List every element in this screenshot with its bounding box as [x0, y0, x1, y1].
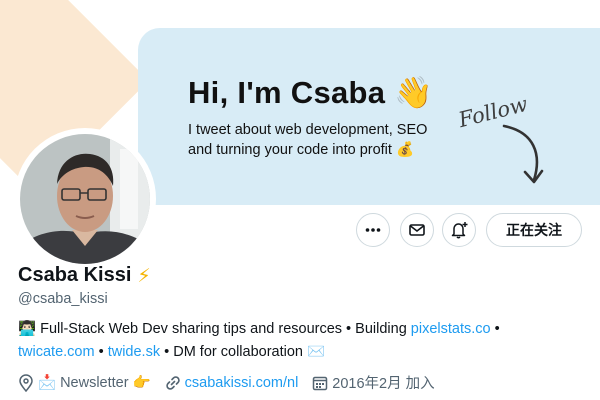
profile-bio: 👨🏻‍💻 Full-Stack Web Dev sharing tips and… — [18, 318, 588, 364]
link-icon — [165, 375, 180, 390]
calendar-icon — [313, 376, 328, 390]
profile-handle: @csaba_kissi — [18, 291, 108, 307]
location-pin-icon — [19, 373, 33, 392]
banner-tagline: I tweet about web development, SEO and t… — [188, 122, 428, 158]
profile-meta: 📩 Newsletter 👉 csabakissi.com/nl 2016年2月… — [18, 372, 449, 393]
profile-actions: 正在关注 — [0, 213, 600, 249]
bio-text: 👨🏻‍💻 Full-Stack Web Dev sharing tips and… — [18, 321, 411, 337]
curved-arrow-icon — [502, 124, 544, 184]
more-button[interactable] — [356, 213, 390, 247]
bio-link-twide[interactable]: twide.sk — [108, 344, 160, 360]
following-button[interactable]: 正在关注 — [486, 213, 582, 247]
bio-separator: • — [490, 321, 500, 337]
notifications-button[interactable] — [442, 213, 476, 247]
display-name: Csaba Kissi — [18, 264, 132, 286]
lightning-icon: ⚡ — [137, 264, 151, 287]
joined-item: 2016年2月 加入 — [312, 372, 435, 393]
bio-link-pixelstats[interactable]: pixelstats.co — [411, 321, 491, 337]
bio-link-twicate[interactable]: twicate.com — [18, 344, 95, 360]
joined-date: 2016年2月 加入 — [332, 376, 435, 392]
banner-greeting: Hi, I'm Csaba 👋 — [188, 75, 434, 110]
more-horizontal-icon — [365, 228, 381, 232]
message-button[interactable] — [400, 213, 434, 247]
bio-separator: • — [94, 344, 108, 360]
bell-plus-icon — [451, 222, 468, 239]
website-link[interactable]: csabakissi.com/nl — [185, 375, 299, 391]
profile-name-row: Csaba Kissi ⚡ — [18, 264, 151, 287]
website-item[interactable]: csabakissi.com/nl — [165, 375, 299, 391]
location-item: 📩 Newsletter 👉 — [18, 373, 151, 392]
envelope-icon — [409, 224, 425, 236]
bio-text-suffix: • DM for collaboration ✉️ — [160, 344, 326, 360]
location-text: 📩 Newsletter 👉 — [38, 375, 151, 391]
